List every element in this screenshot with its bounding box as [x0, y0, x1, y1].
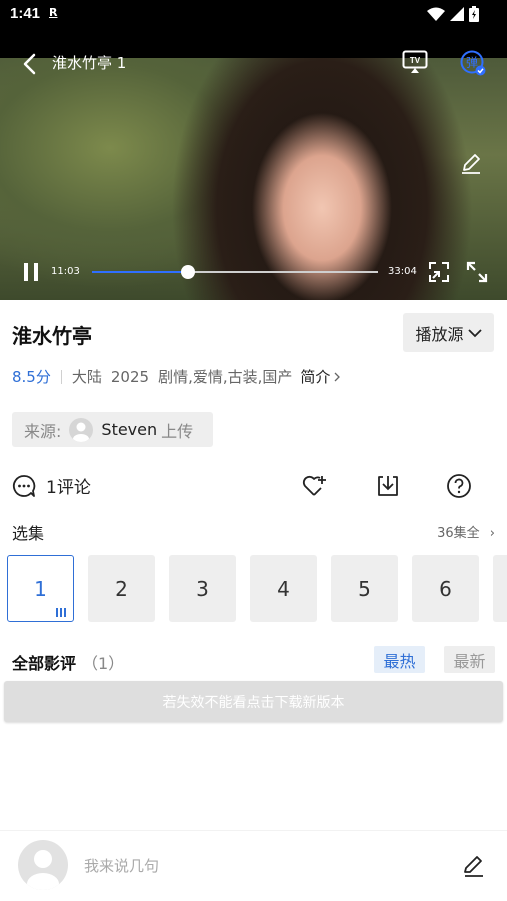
chevron-right-icon: › [489, 526, 495, 541]
intro-link[interactable]: 简介 [300, 366, 330, 387]
play-source-label: 播放源 [415, 324, 464, 344]
video-title: 淮水竹亭 1 [52, 54, 127, 72]
all-episodes-link[interactable]: 36集全 › [437, 522, 495, 541]
show-title: 淮水竹亭 [12, 324, 92, 348]
comments-count: 1评论 [46, 478, 91, 498]
episode-tile[interactable]: 3 [169, 555, 236, 622]
signal-icon [450, 7, 464, 21]
download-icon[interactable] [375, 473, 401, 499]
pause-icon[interactable] [22, 262, 40, 282]
tv-cast-icon[interactable]: TV [402, 50, 428, 74]
score: 8.5分 [12, 368, 51, 386]
wifi-icon [427, 7, 445, 21]
comments-button[interactable]: 1评论 [12, 473, 91, 498]
genres: 剧情,爱情,古装,国产 [158, 368, 293, 386]
chevron-right-icon[interactable] [333, 372, 341, 382]
svg-text:TV: TV [410, 56, 421, 65]
back-arrow-icon[interactable] [20, 52, 42, 76]
episode-tile[interactable]: 1 [7, 555, 74, 622]
episode-tile[interactable]: 4 [250, 555, 317, 622]
episode-number: 2 [115, 576, 128, 601]
episode-tile[interactable]: 6 [412, 555, 479, 622]
reviews-heading: 全部影评 （1） [12, 650, 124, 674]
current-time: 11:03 [51, 266, 80, 277]
progress-track[interactable] [92, 265, 378, 279]
divider [60, 369, 62, 384]
edit-pencil-icon[interactable] [462, 854, 486, 878]
help-icon[interactable] [446, 473, 472, 499]
status-bar: 1:41 R [0, 0, 507, 30]
episode-tile[interactable]: 5 [331, 555, 398, 622]
duration: 33:04 [388, 266, 417, 277]
reviews-count: （1） [82, 654, 125, 673]
pencil-icon[interactable] [460, 152, 482, 174]
battery-icon [469, 6, 479, 22]
episode-number: 6 [439, 576, 452, 601]
progress-fill [92, 271, 188, 273]
comment-bar: 我来说几句 [0, 830, 507, 901]
comment-bubble-icon [12, 474, 36, 497]
pip-icon[interactable] [428, 261, 450, 283]
fullscreen-icon[interactable] [466, 261, 488, 283]
video-player[interactable]: 淮水竹亭 1 TV 弹 11:03 33:04 [0, 30, 507, 300]
episode-number: 1 [34, 576, 47, 601]
episode-list: 1 2 3 4 5 6 [7, 555, 507, 623]
chevron-down-icon [467, 328, 482, 337]
uploader-label: 来源: [24, 421, 62, 441]
comment-input[interactable]: 我来说几句 [84, 855, 159, 876]
uploader-chip[interactable]: 来源: Steven 上传 [12, 412, 213, 447]
danmu-toggle-icon[interactable]: 弹 [460, 50, 486, 76]
all-episodes-label: 36集全 [437, 526, 480, 541]
episode-number: 3 [196, 576, 209, 601]
year: 2025 [110, 367, 150, 386]
avatar[interactable] [18, 840, 68, 890]
tab-newest[interactable]: 最新 [444, 646, 495, 673]
now-playing-icon [56, 608, 66, 617]
action-row: 1评论 [0, 470, 507, 500]
status-time: 1:41 [10, 5, 41, 22]
region: 大陆 [71, 368, 102, 386]
update-notice-button[interactable]: 若失效不能看点击下载新版本 [4, 681, 503, 722]
system-icons [427, 6, 479, 22]
uploader-avatar [69, 417, 94, 442]
uploader-name: Steven [101, 420, 158, 439]
episode-number: 4 [277, 576, 290, 601]
episode-tile[interactable]: 2 [88, 555, 155, 622]
tab-hottest[interactable]: 最热 [374, 646, 425, 673]
episodes-heading: 选集 [12, 524, 45, 543]
favorite-heart-icon[interactable] [301, 473, 327, 499]
uploader-suffix: 上传 [161, 421, 194, 441]
progress-thumb[interactable] [180, 265, 195, 279]
episode-tile[interactable] [493, 555, 507, 622]
play-source-button[interactable]: 播放源 [403, 313, 494, 352]
danmu-label: 弹 [466, 56, 478, 70]
reviews-title: 全部影评 [12, 654, 77, 673]
meta-line: 8.5分 大陆 2025 剧情,爱情,古装,国产 简介 [12, 366, 341, 387]
episode-number: 5 [358, 576, 371, 601]
r-indicator-icon: R [49, 6, 58, 19]
